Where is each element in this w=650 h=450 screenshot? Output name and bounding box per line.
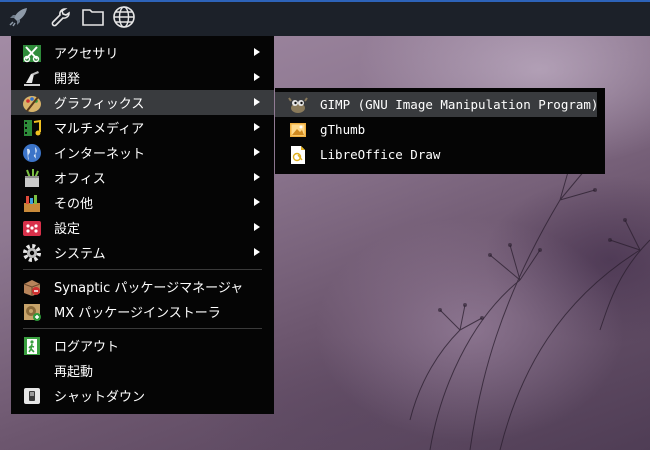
menu-item-synaptic[interactable]: Synaptic パッケージマネージャ xyxy=(11,274,274,299)
menu-item-label: その他 xyxy=(54,197,94,212)
menu-item-restart[interactable]: 再起動 xyxy=(11,358,274,383)
submenu-arrow-icon xyxy=(254,173,260,181)
menu-item-other[interactable]: その他 xyxy=(11,190,274,215)
submenu-item-gthumb[interactable]: gThumb xyxy=(275,117,605,142)
mx-installer-icon xyxy=(22,302,42,322)
submenu-item-libreoffice-draw[interactable]: LibreOffice Draw xyxy=(275,142,605,167)
submenu-arrow-icon xyxy=(254,123,260,131)
submenu-item-gimp[interactable]: GIMP (GNU Image Manipulation Program) xyxy=(275,92,599,117)
menu-item-label: Synaptic パッケージマネージャ xyxy=(54,281,244,296)
submenu-arrow-icon xyxy=(254,198,260,206)
menu-item-label: オフィス xyxy=(54,172,106,187)
menu-item-label: 設定 xyxy=(54,222,81,237)
top-panel xyxy=(0,0,650,36)
accessories-icon xyxy=(22,43,42,63)
menu-item-label: アクセサリ xyxy=(54,47,119,62)
menu-item-internet[interactable]: インターネット xyxy=(11,140,274,165)
submenu-arrow-icon xyxy=(254,248,260,256)
settings-button[interactable] xyxy=(47,5,75,33)
shutdown-icon xyxy=(22,386,42,406)
menu-separator xyxy=(23,269,262,270)
menu-item-settings[interactable]: 設定 xyxy=(11,215,274,240)
globe-icon xyxy=(112,5,136,33)
menu-item-label: ログアウト xyxy=(54,340,120,355)
graphics-icon xyxy=(22,93,42,113)
menu-item-accessories[interactable]: アクセサリ xyxy=(11,40,274,65)
menu-item-label: 開発 xyxy=(54,72,81,87)
multimedia-icon xyxy=(22,118,42,138)
development-icon xyxy=(22,68,42,88)
libreoffice-draw-icon xyxy=(288,145,308,165)
menu-item-logout[interactable]: ログアウト xyxy=(11,333,274,358)
web-browser-button[interactable] xyxy=(110,5,138,33)
menu-item-shutdown[interactable]: シャットダウン xyxy=(11,383,274,408)
menu-item-label: システム xyxy=(54,247,106,262)
menu-item-office[interactable]: オフィス xyxy=(11,165,274,190)
menu-separator xyxy=(23,328,262,329)
menu-item-graphics[interactable]: グラフィックス xyxy=(11,90,274,115)
menu-item-label: LibreOffice Draw xyxy=(320,147,441,162)
start-menu-button[interactable] xyxy=(4,5,32,33)
menu-item-label: インターネット xyxy=(54,147,146,162)
menu-item-label: MX パッケージインストーラ xyxy=(54,306,221,321)
menu-item-mx-package-installer[interactable]: MX パッケージインストーラ xyxy=(11,299,274,324)
other-icon xyxy=(22,193,42,213)
folder-icon xyxy=(81,6,105,32)
menu-item-label: グラフィックス xyxy=(54,97,145,112)
menu-item-label: GIMP (GNU Image Manipulation Program) xyxy=(320,97,599,112)
submenu-arrow-icon xyxy=(254,98,260,106)
logout-icon xyxy=(22,336,42,356)
application-menu: アクセサリ 開発 グラフィックス マルチメディア インターネット オフィス その… xyxy=(11,36,274,414)
menu-item-label: gThumb xyxy=(320,122,366,137)
gthumb-icon xyxy=(288,120,308,140)
menu-item-label: 再起動 xyxy=(54,365,94,380)
menu-item-multimedia[interactable]: マルチメディア xyxy=(11,115,274,140)
internet-icon xyxy=(22,143,42,163)
menu-item-development[interactable]: 開発 xyxy=(11,65,274,90)
synaptic-icon xyxy=(22,277,42,297)
file-manager-button[interactable] xyxy=(79,5,107,33)
wrench-icon xyxy=(50,6,72,32)
settings-icon xyxy=(22,218,42,238)
office-icon xyxy=(22,168,42,188)
submenu-arrow-icon xyxy=(254,148,260,156)
graphics-submenu: GIMP (GNU Image Manipulation Program) gT… xyxy=(275,88,605,174)
menu-item-system[interactable]: システム xyxy=(11,240,274,265)
system-icon xyxy=(22,243,42,263)
menu-item-label: マルチメディア xyxy=(54,122,145,137)
rocket-icon xyxy=(7,6,29,32)
submenu-arrow-icon xyxy=(254,73,260,81)
submenu-arrow-icon xyxy=(254,48,260,56)
submenu-arrow-icon xyxy=(254,223,260,231)
menu-item-label: シャットダウン xyxy=(54,390,146,405)
gimp-icon xyxy=(288,95,308,115)
